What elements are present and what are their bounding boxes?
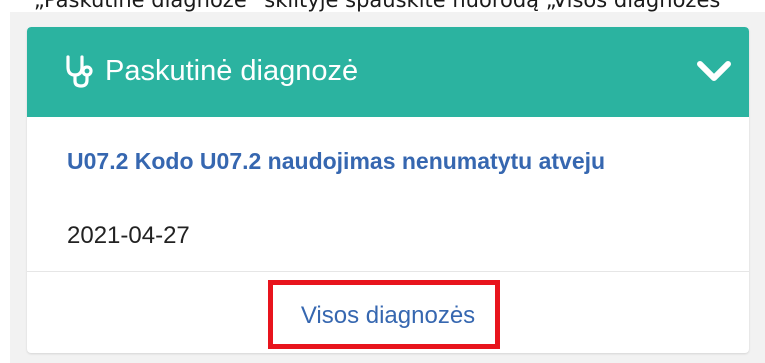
panel-title: Paskutinė diagnozė bbox=[105, 55, 359, 87]
last-diagnosis-panel: Paskutinė diagnozė U07.2 Kodo U07.2 naud… bbox=[27, 27, 749, 353]
panel-header[interactable]: Paskutinė diagnozė bbox=[27, 27, 749, 117]
stethoscope-icon bbox=[66, 55, 93, 88]
diagnosis-date: 2021-04-27 bbox=[67, 222, 190, 249]
panel-body: U07.2 Kodo U07.2 naudojimas nenumatytu a… bbox=[27, 117, 749, 271]
chevron-down-icon[interactable] bbox=[696, 58, 732, 84]
diagnosis-link[interactable]: U07.2 Kodo U07.2 naudojimas nenumatytu a… bbox=[67, 143, 667, 180]
panel-footer: Visos diagnozės bbox=[27, 272, 749, 353]
all-diagnoses-link[interactable]: Visos diagnozės bbox=[27, 299, 749, 333]
